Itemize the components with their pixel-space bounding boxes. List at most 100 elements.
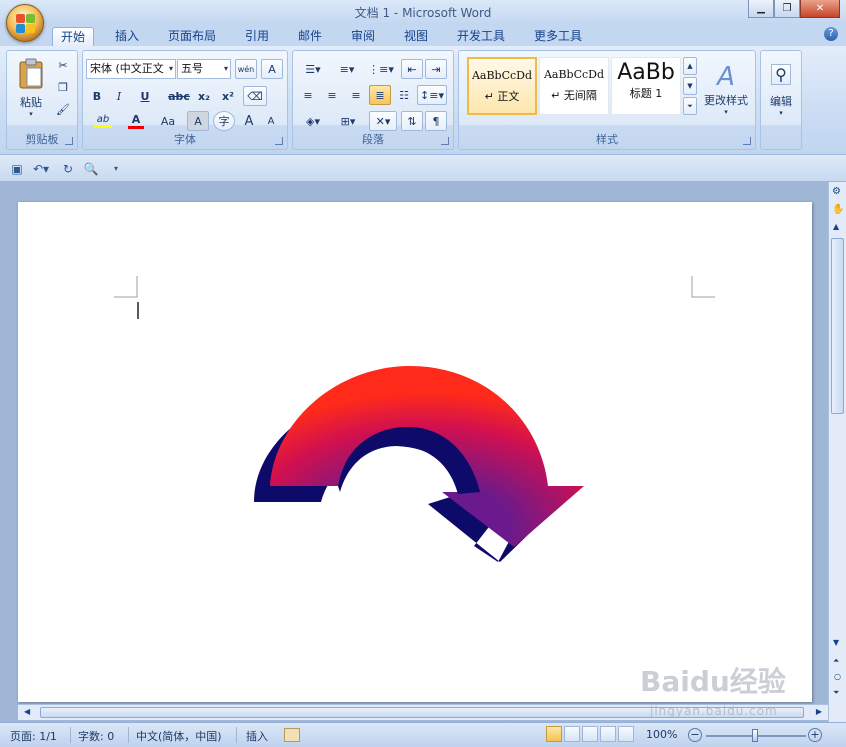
format-painter-icon[interactable]: 🖌 xyxy=(53,99,73,119)
status-word-count[interactable]: 字数: 0 xyxy=(78,728,114,744)
scroll-left-icon[interactable]: ◀ xyxy=(24,707,30,716)
align-center-icon[interactable]: ≡ xyxy=(321,85,343,105)
styles-launcher-icon[interactable] xyxy=(743,137,751,145)
ribbon: 粘贴 ▾ ✂ ❐ 🖌 剪贴板 宋体 (中文正文 ▾ 五号 ▾ wén A B I U… xyxy=(0,46,846,154)
clear-formatting-icon[interactable]: ⌫ xyxy=(243,86,267,106)
document-page[interactable] xyxy=(18,202,812,702)
tab-home[interactable]: 开始 xyxy=(52,27,95,47)
chinese-layout-icon[interactable]: ✕▾ xyxy=(369,111,397,131)
tab-more-tools[interactable]: 更多工具 xyxy=(526,27,590,47)
style-heading-1[interactable]: AaBb 标题 1 xyxy=(611,57,681,115)
view-draft-icon[interactable] xyxy=(618,726,634,742)
office-logo-icon xyxy=(16,14,36,34)
scroll-up-icon[interactable]: ▲ xyxy=(833,222,839,231)
view-web-layout-icon[interactable] xyxy=(582,726,598,742)
change-styles-button[interactable]: A 更改样式 ▾ xyxy=(699,55,753,123)
align-right-icon[interactable]: ≡ xyxy=(345,85,367,105)
paragraph-launcher-icon[interactable] xyxy=(441,137,449,145)
zoom-in-icon[interactable]: + xyxy=(808,728,822,742)
tab-developer[interactable]: 开发工具 xyxy=(449,27,513,47)
subscript-button[interactable]: x₂ xyxy=(193,86,215,106)
view-full-screen-icon[interactable] xyxy=(564,726,580,742)
underline-button[interactable]: U xyxy=(131,86,159,106)
distributed-icon[interactable]: ☷ xyxy=(393,85,415,105)
strikethrough-button[interactable]: abc xyxy=(167,86,191,106)
zoom-slider-thumb[interactable] xyxy=(752,729,758,742)
styles-scroll-up-icon[interactable]: ▲ xyxy=(683,57,697,75)
macro-record-icon[interactable] xyxy=(284,728,300,742)
text-highlight-button[interactable]: ab xyxy=(87,111,119,131)
ruler-toggle-icon[interactable]: ⚙ xyxy=(832,186,841,197)
font-name-value: 宋体 (中文正文 xyxy=(90,62,164,75)
restore-button[interactable]: ❐ xyxy=(774,0,800,18)
group-editing: ⚲ 编辑 ▾ xyxy=(760,50,802,150)
zoom-out-icon[interactable]: − xyxy=(688,728,702,742)
status-insert-mode[interactable]: 插入 xyxy=(246,728,268,744)
editing-button[interactable]: ⚲ 编辑 ▾ xyxy=(763,55,799,125)
style-normal[interactable]: AaBbCcDd ↵ 正文 xyxy=(467,57,537,115)
paste-button[interactable]: 粘贴 ▾ xyxy=(13,55,49,121)
sort-icon[interactable]: ⇅ xyxy=(401,111,423,131)
font-color-button[interactable]: A xyxy=(121,111,151,131)
align-left-icon[interactable]: ≡ xyxy=(297,85,319,105)
close-button[interactable]: ✕ xyxy=(800,0,840,18)
style-no-spacing[interactable]: AaBbCcDd ↵ 无间隔 xyxy=(539,57,609,115)
zoom-level[interactable]: 100% xyxy=(646,728,677,741)
scroll-down-icon[interactable]: ▼ xyxy=(833,638,839,647)
status-language[interactable]: 中文(简体，中国) xyxy=(136,728,222,744)
font-size-combo[interactable]: 五号 ▾ xyxy=(177,59,231,79)
vertical-scrollbar[interactable]: ⚙ ✋ ▲ ▼ ⏶ ○ ⏷ xyxy=(828,182,846,722)
styles-more-icon[interactable]: ⏷ xyxy=(683,97,697,115)
print-preview-icon[interactable]: 🔍 xyxy=(83,161,99,177)
tab-mailings[interactable]: 邮件 xyxy=(290,27,330,47)
pan-hand-icon[interactable]: ✋ xyxy=(832,204,844,215)
office-button[interactable] xyxy=(6,4,44,42)
line-spacing-icon[interactable]: ↕≡▾ xyxy=(417,85,447,105)
multilevel-list-icon[interactable]: ⋮≡▾ xyxy=(365,59,397,79)
grow-font-button[interactable]: A xyxy=(239,111,259,131)
show-marks-icon[interactable]: ¶ xyxy=(425,111,447,131)
view-outline-icon[interactable] xyxy=(600,726,616,742)
change-case-button[interactable]: Aa xyxy=(153,111,183,131)
tab-view[interactable]: 视图 xyxy=(396,27,436,47)
next-page-icon[interactable]: ⏷ xyxy=(833,688,839,698)
shading-icon[interactable]: ◈▾ xyxy=(297,111,329,131)
superscript-button[interactable]: x² xyxy=(217,86,239,106)
justify-icon[interactable]: ≣ xyxy=(369,85,391,105)
minimize-button[interactable]: ▁ xyxy=(748,0,774,18)
tab-review[interactable]: 审阅 xyxy=(343,27,383,47)
tab-page-layout[interactable]: 页面布局 xyxy=(160,27,224,47)
save-icon[interactable]: ▣ xyxy=(9,161,25,177)
previous-page-icon[interactable]: ⏶ xyxy=(833,656,839,666)
bullets-icon[interactable]: ☰▾ xyxy=(297,59,329,79)
numbering-icon[interactable]: ≡▾ xyxy=(331,59,363,79)
tab-insert[interactable]: 插入 xyxy=(107,27,147,47)
tab-references[interactable]: 引用 xyxy=(237,27,277,47)
copy-icon[interactable]: ❐ xyxy=(53,77,73,97)
view-print-layout-icon[interactable] xyxy=(546,726,562,742)
styles-scroll-down-icon[interactable]: ▼ xyxy=(683,77,697,95)
phonetic-guide-button[interactable]: wén xyxy=(235,59,257,79)
cut-icon[interactable]: ✂ xyxy=(53,55,73,75)
font-name-combo[interactable]: 宋体 (中文正文 ▾ xyxy=(86,59,176,79)
shrink-font-button[interactable]: A xyxy=(261,111,281,131)
increase-indent-icon[interactable]: ⇥ xyxy=(425,59,447,79)
font-launcher-icon[interactable] xyxy=(275,137,283,145)
help-icon[interactable]: ? xyxy=(824,27,838,41)
clipboard-launcher-icon[interactable] xyxy=(65,137,73,145)
character-border-button[interactable]: A xyxy=(261,59,283,79)
italic-button[interactable]: I xyxy=(109,86,129,106)
character-shading-button[interactable]: A xyxy=(187,111,209,131)
status-page[interactable]: 页面: 1/1 xyxy=(10,728,57,744)
customize-toolbar-icon[interactable]: ▾ xyxy=(108,161,124,177)
style-normal-preview: AaBbCcDd xyxy=(471,69,533,82)
bold-button[interactable]: B xyxy=(87,86,107,106)
redo-icon[interactable]: ↻ xyxy=(60,161,76,177)
curved-arrow-shape[interactable] xyxy=(254,366,584,562)
undo-icon[interactable]: ↶▾ xyxy=(30,161,52,177)
vertical-scroll-thumb[interactable] xyxy=(831,238,844,414)
enclose-characters-button[interactable]: 字 xyxy=(213,111,235,131)
borders-icon[interactable]: ⊞▾ xyxy=(331,111,365,131)
browse-object-icon[interactable]: ○ xyxy=(834,672,841,681)
decrease-indent-icon[interactable]: ⇤ xyxy=(401,59,423,79)
